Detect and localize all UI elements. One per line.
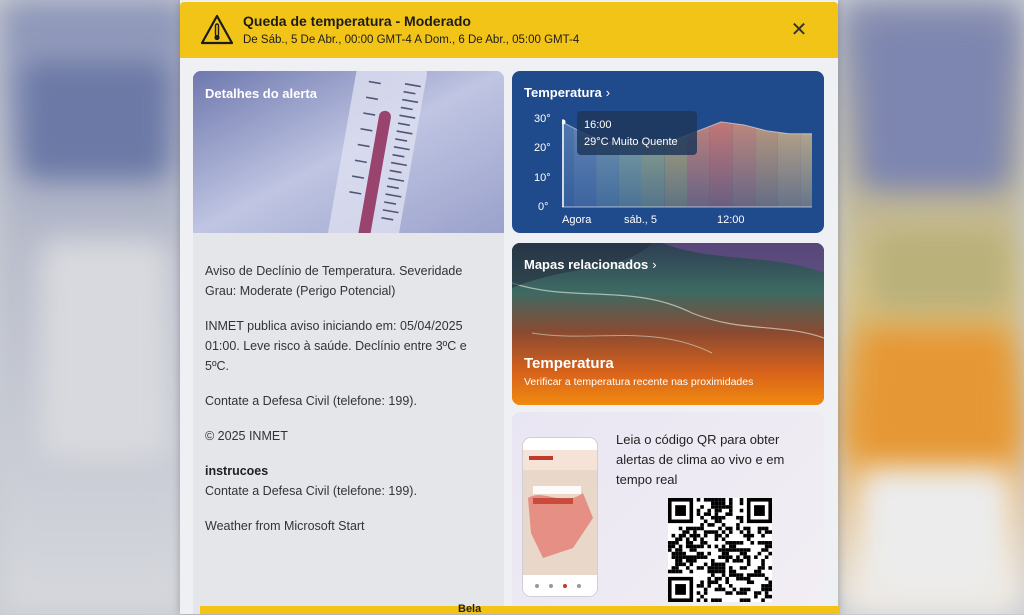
phone-preview-image (522, 437, 598, 597)
alert-description: Aviso de Declínio de Temperatura. Severi… (205, 261, 485, 551)
chevron-right-icon: › (652, 257, 657, 272)
x-tick: 12:00 (717, 214, 745, 226)
thermometer-image: Detalhes do alerta (193, 71, 504, 233)
y-tick: 0° (538, 201, 549, 213)
qr-code-image (668, 498, 772, 602)
maps-card-title[interactable]: Mapas relacionados › (524, 257, 657, 272)
chart-tooltip: 16:00 29°C Muito Quente (577, 111, 697, 155)
qr-promo-card: Leia o código QR para obter alertas de c… (512, 412, 824, 614)
alert-time-range: De Sáb., 5 De Abr., 00:00 GMT-4 A Dom., … (243, 34, 580, 46)
temperature-card-title[interactable]: Temperatura › (524, 85, 610, 100)
tooltip-time: 16:00 (584, 119, 612, 131)
weather-alert-panel: Queda de temperatura - Moderado De Sáb.,… (180, 0, 838, 614)
x-tick: Agora (562, 214, 592, 226)
close-icon: ✕ (790, 19, 808, 41)
maps-title-label: Mapas relacionados (524, 257, 649, 272)
x-tick: sáb., 5 (624, 214, 658, 226)
related-maps-card[interactable]: Mapas relacionados › Temperatura Verifica… (512, 243, 824, 405)
taskbar-label: Bela (458, 603, 482, 615)
copyright-text: © 2025 INMET (205, 429, 288, 443)
description-paragraph: Aviso de Declínio de Temperatura. Severi… (205, 264, 463, 298)
maps-heading: Temperatura (524, 355, 614, 372)
taskbar-strip (200, 606, 840, 614)
alert-details-card: Detalhes do alerta Aviso de Declínio de … (193, 71, 504, 614)
temperature-card[interactable]: Temperatura › 30° 20° 10° 0° 16:00 29°C M… (512, 71, 824, 233)
instructions-heading: instrucoes (205, 464, 269, 478)
attribution-text: Weather from Microsoft Start (205, 519, 365, 533)
description-paragraph: INMET publica aviso iniciando em: 05/04/… (205, 319, 467, 373)
maps-subtitle: Verificar a temperatura recente nas prox… (524, 376, 754, 388)
alert-header: Queda de temperatura - Moderado De Sáb.,… (180, 2, 838, 58)
chevron-right-icon: › (605, 85, 611, 100)
qr-instruction-text: Leia o código QR para obter alertas de c… (616, 432, 785, 487)
alert-title: Queda de temperatura - Moderado (243, 13, 471, 29)
tooltip-value: 29°C Muito Quente (584, 136, 678, 148)
instructions-text: Contate a Defesa Civil (telefone: 199). (205, 484, 417, 498)
description-paragraph: Contate a Defesa Civil (telefone: 199). (205, 394, 417, 408)
y-tick: 20° (534, 142, 551, 154)
y-tick: 10° (534, 172, 551, 184)
y-tick: 30° (534, 113, 551, 125)
details-title: Detalhes do alerta (205, 86, 317, 101)
temperature-title-label: Temperatura (524, 85, 602, 100)
warning-thermometer-icon (200, 14, 234, 45)
close-button[interactable]: ✕ (786, 18, 812, 44)
app-screenshot (523, 438, 597, 596)
